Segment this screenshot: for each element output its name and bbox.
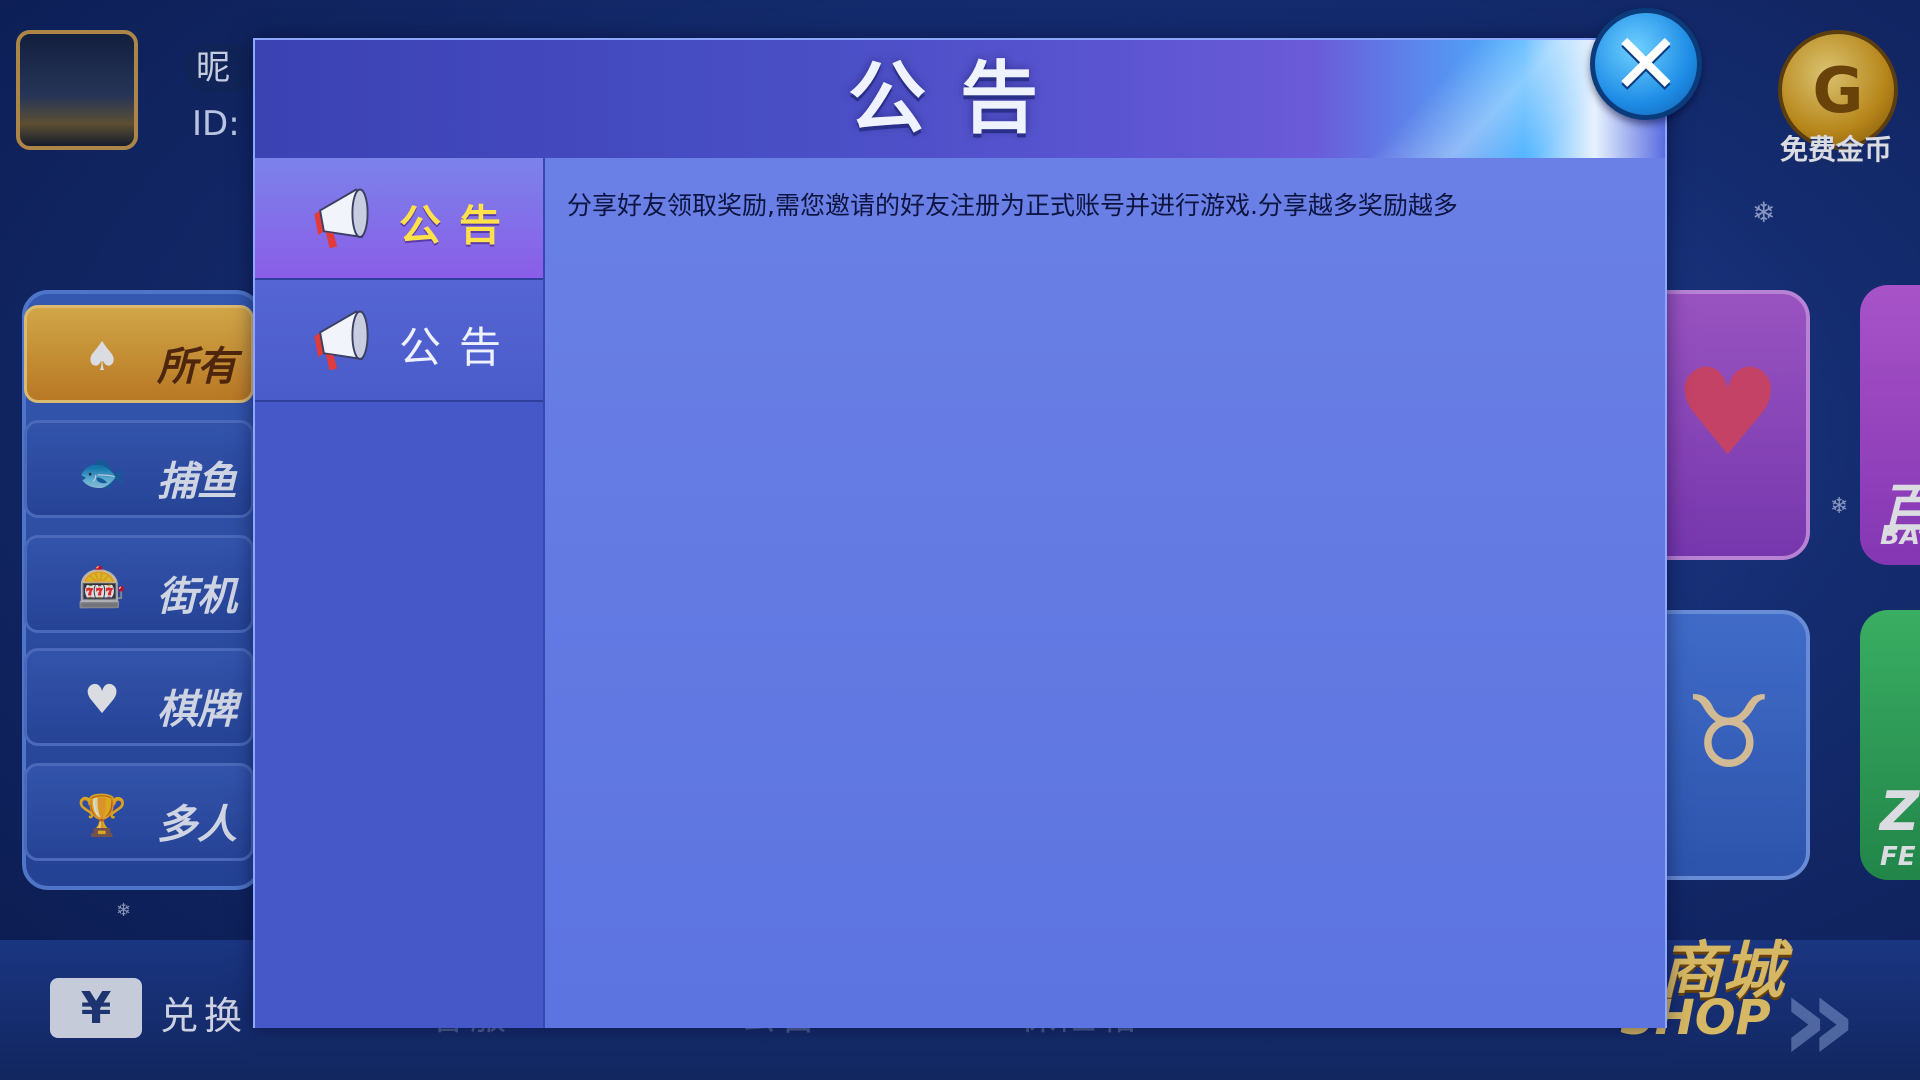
- tab-label: 公告: [399, 201, 520, 250]
- close-button[interactable]: ✕: [1590, 8, 1702, 120]
- modal-title: 公告: [847, 54, 1072, 144]
- tab-announcement-1[interactable]: 公告: [255, 158, 543, 280]
- megaphone-icon: [314, 188, 369, 249]
- modal-tab-list: 公告 公告: [255, 158, 545, 1028]
- megaphone-icon: [314, 310, 369, 371]
- tab-label: 公告: [399, 323, 520, 372]
- close-icon: ✕: [1610, 15, 1682, 113]
- announcement-content[interactable]: 分享好友领取奖励,需您邀请的好友注册为正式账号并进行游戏.分享越多奖励越多: [545, 158, 1665, 1028]
- announcement-text: 分享好友领取奖励,需您邀请的好友注册为正式账号并进行游戏.分享越多奖励越多: [567, 191, 1458, 220]
- announcement-modal: 公告 公告 公告 分享好友领取奖励,需您邀请的好友注册为正式账号并进行游戏.分享…: [253, 38, 1667, 1028]
- modal-header: 公告: [255, 40, 1665, 158]
- tab-announcement-2[interactable]: 公告: [255, 280, 543, 402]
